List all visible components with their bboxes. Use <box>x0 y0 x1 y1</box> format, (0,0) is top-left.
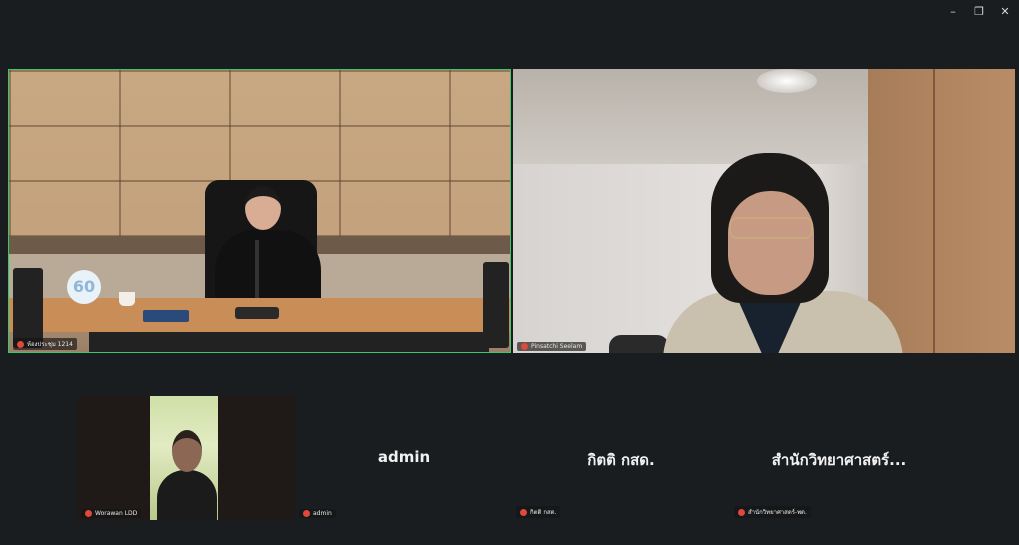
participant-name-tag: Worawan LDD <box>81 509 142 518</box>
cup <box>119 292 135 306</box>
desk-front <box>89 332 489 352</box>
video-tile-kitti[interactable]: กิตติ กสด. กิตติ กสด. <box>512 396 730 520</box>
video-tile-admin[interactable]: admin admin <box>295 396 513 520</box>
video-tile-worawan[interactable]: Worawan LDD <box>77 396 295 520</box>
participant-name-tag: ห้องประชุม 1214 <box>13 338 77 350</box>
participant-display-name: กิตติ กสด. <box>587 451 655 469</box>
mic-muted-icon <box>17 340 24 348</box>
minimize-button[interactable]: – <box>943 4 963 20</box>
mic-muted-icon <box>520 508 527 516</box>
restore-button[interactable]: ❐ <box>969 4 989 20</box>
wardrobe-divider <box>933 69 935 353</box>
participant-head <box>245 186 281 230</box>
window-controls: – ❐ ✕ <box>943 4 1015 20</box>
video-tile-pinsatchi[interactable]: Pinsatchi Seelam <box>513 69 1015 353</box>
participant-body <box>157 470 217 520</box>
mic-muted-icon <box>738 508 745 516</box>
wardrobe <box>868 69 1015 353</box>
participant-display-name: admin <box>377 448 431 466</box>
mic-muted-icon <box>521 343 528 350</box>
monitor-left <box>13 268 43 348</box>
participant-name: Pinsatchi Seelam <box>531 343 583 350</box>
participant-name: admin <box>313 510 332 517</box>
ceiling-light <box>757 69 817 93</box>
mic-muted-icon <box>303 510 310 517</box>
participant-name-tag: สำนักวิทยาศาสตร์-พด. <box>734 506 811 518</box>
participant-name-tag: Pinsatchi Seelam <box>517 342 587 351</box>
laptop <box>143 310 189 322</box>
participant-name-tag: admin <box>299 509 336 518</box>
participant-name: ห้องประชุม 1214 <box>27 341 73 348</box>
participant-head <box>172 430 202 472</box>
participant-display-name: สำนักวิทยาศาสตร์... <box>771 451 907 469</box>
anniversary-badge: 60 <box>67 270 101 304</box>
participant-name: สำนักวิทยาศาสตร์-พด. <box>748 509 807 516</box>
chair <box>609 335 669 353</box>
participant-name: Worawan LDD <box>95 510 138 517</box>
participant-face <box>728 191 814 295</box>
close-button[interactable]: ✕ <box>995 4 1015 20</box>
participant-name: กิตติ กสด. <box>530 509 557 516</box>
microphone-base <box>235 307 279 319</box>
participant-name-tag: กิตติ กสด. <box>516 506 561 518</box>
video-tile-meeting-room[interactable]: 60 ห้องประชุม 1214 <box>8 69 511 353</box>
mic-muted-icon <box>85 510 92 517</box>
participant-glasses <box>729 217 813 239</box>
video-tile-office[interactable]: สำนักวิทยาศาสตร์... สำนักวิทยาศาสตร์-พด. <box>730 396 948 520</box>
monitor-right <box>483 262 509 348</box>
